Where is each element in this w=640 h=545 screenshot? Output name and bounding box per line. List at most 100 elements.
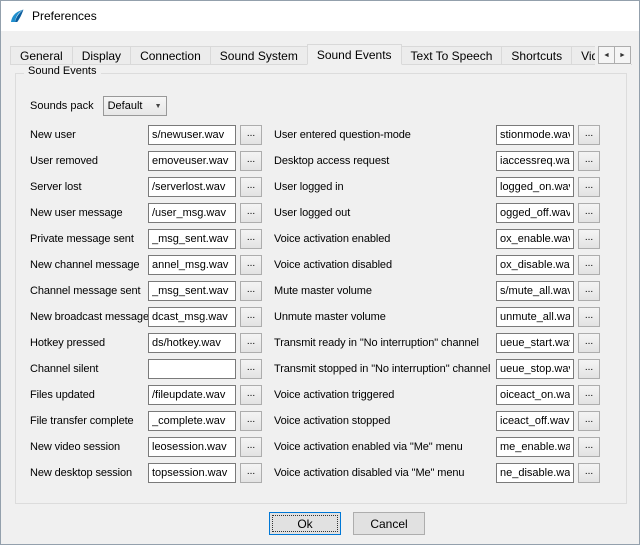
sound-event-row: Mute master volume ...	[274, 278, 600, 304]
sound-file-input[interactable]	[496, 333, 574, 353]
sound-file-input[interactable]	[148, 177, 236, 197]
tab[interactable]: Sound System	[210, 46, 308, 64]
tab[interactable]: Shortcuts	[501, 46, 572, 64]
browse-button[interactable]: ...	[240, 229, 262, 249]
sound-event-row: New user ...	[30, 122, 262, 148]
sound-file-input[interactable]	[148, 229, 236, 249]
sounds-pack-label: Sounds pack	[30, 100, 94, 112]
sound-file-input[interactable]	[148, 307, 236, 327]
browse-button[interactable]: ...	[240, 437, 262, 457]
browse-button[interactable]: ...	[240, 281, 262, 301]
sound-file-input[interactable]	[496, 307, 574, 327]
left-arrow-icon: ◄	[603, 52, 610, 59]
sound-file-input[interactable]	[496, 125, 574, 145]
sound-file-input[interactable]	[496, 385, 574, 405]
sound-event-label: New broadcast message	[30, 311, 148, 323]
sound-file-input[interactable]	[496, 177, 574, 197]
sound-file-input[interactable]	[496, 437, 574, 457]
sound-file-input[interactable]	[496, 359, 574, 379]
browse-button[interactable]: ...	[240, 333, 262, 353]
sound-file-input[interactable]	[148, 203, 236, 223]
browse-button[interactable]: ...	[240, 463, 262, 483]
tab-scroll-left-button[interactable]: ◄	[598, 46, 615, 64]
sound-event-row: User entered question-mode ...	[274, 122, 600, 148]
sound-file-input[interactable]	[148, 281, 236, 301]
tab[interactable]: Connection	[130, 46, 211, 64]
browse-button[interactable]: ...	[578, 333, 600, 353]
sound-event-label: Desktop access request	[274, 155, 496, 167]
tab[interactable]: Text To Speech	[401, 46, 503, 64]
browse-button[interactable]: ...	[578, 229, 600, 249]
sound-file-input[interactable]	[148, 437, 236, 457]
sound-file-input[interactable]	[148, 411, 236, 431]
browse-button[interactable]: ...	[240, 177, 262, 197]
sound-event-row: Voice activation disabled ...	[274, 252, 600, 278]
window-title: Preferences	[32, 9, 97, 23]
sound-event-label: User entered question-mode	[274, 129, 496, 141]
tab[interactable]: General	[10, 46, 73, 64]
sound-event-row: Transmit ready in "No interruption" chan…	[274, 330, 600, 356]
sound-event-row: Hotkey pressed ...	[30, 330, 262, 356]
sound-file-input[interactable]	[496, 281, 574, 301]
browse-button[interactable]: ...	[578, 359, 600, 379]
tab[interactable]: Display	[72, 46, 131, 64]
sound-file-input[interactable]	[148, 385, 236, 405]
browse-button[interactable]: ...	[240, 385, 262, 405]
cancel-button[interactable]: Cancel	[353, 512, 425, 535]
sound-event-row: Channel silent ...	[30, 356, 262, 382]
sound-events-right-column: User entered question-mode ... Desktop a…	[274, 122, 600, 486]
browse-button[interactable]: ...	[578, 385, 600, 405]
sound-file-input[interactable]	[148, 125, 236, 145]
sound-event-row: New broadcast message ...	[30, 304, 262, 330]
tab-scroll-right-button[interactable]: ►	[614, 46, 631, 64]
sound-event-label: Unmute master volume	[274, 311, 496, 323]
sound-events-left-column: New user ... User removed ... Server los…	[30, 122, 262, 486]
browse-button[interactable]: ...	[578, 411, 600, 431]
sound-event-row: New desktop session ...	[30, 460, 262, 486]
sounds-pack-select[interactable]: Default ▼	[103, 96, 167, 116]
sound-event-label: User removed	[30, 155, 148, 167]
sound-events-group: Sound Events Sounds pack Default ▼ New u…	[15, 73, 627, 504]
ok-button[interactable]: Ok	[269, 512, 341, 535]
browse-button[interactable]: ...	[578, 307, 600, 327]
sound-file-input[interactable]	[496, 411, 574, 431]
sound-event-label: Hotkey pressed	[30, 337, 148, 349]
browse-button[interactable]: ...	[578, 125, 600, 145]
browse-button[interactable]: ...	[578, 203, 600, 223]
sound-file-input[interactable]	[148, 255, 236, 275]
browse-button[interactable]: ...	[578, 437, 600, 457]
sound-file-input[interactable]	[148, 463, 236, 483]
sound-file-input[interactable]	[148, 151, 236, 171]
browse-button[interactable]: ...	[240, 307, 262, 327]
browse-button[interactable]: ...	[240, 411, 262, 431]
sound-event-label: Voice activation disabled via "Me" menu	[274, 467, 496, 479]
sound-event-label: Channel silent	[30, 363, 148, 375]
browse-button[interactable]: ...	[578, 255, 600, 275]
browse-button[interactable]: ...	[578, 463, 600, 483]
sound-event-label: Voice activation disabled	[274, 259, 496, 271]
sound-event-label: Server lost	[30, 181, 148, 193]
sound-file-input[interactable]	[496, 151, 574, 171]
right-arrow-icon: ►	[619, 52, 626, 59]
sound-event-label: Channel message sent	[30, 285, 148, 297]
sound-file-input[interactable]	[496, 203, 574, 223]
sound-event-label: Voice activation stopped	[274, 415, 496, 427]
browse-button[interactable]: ...	[240, 151, 262, 171]
tab[interactable]: Sound Events	[307, 44, 402, 65]
sound-file-input[interactable]	[496, 255, 574, 275]
browse-button[interactable]: ...	[240, 255, 262, 275]
browse-button[interactable]: ...	[578, 281, 600, 301]
browse-button[interactable]: ...	[240, 359, 262, 379]
sound-event-label: Mute master volume	[274, 285, 496, 297]
browse-button[interactable]: ...	[578, 151, 600, 171]
title-bar[interactable]: Preferences	[1, 1, 639, 31]
browse-button[interactable]: ...	[240, 125, 262, 145]
browse-button[interactable]: ...	[578, 177, 600, 197]
sound-file-input[interactable]	[496, 229, 574, 249]
sound-file-input[interactable]	[148, 333, 236, 353]
browse-button[interactable]: ...	[240, 203, 262, 223]
sound-file-input[interactable]	[148, 359, 236, 379]
sound-file-input[interactable]	[496, 463, 574, 483]
sound-event-label: Voice activation enabled via "Me" menu	[274, 441, 496, 453]
sound-event-label: File transfer complete	[30, 415, 148, 427]
